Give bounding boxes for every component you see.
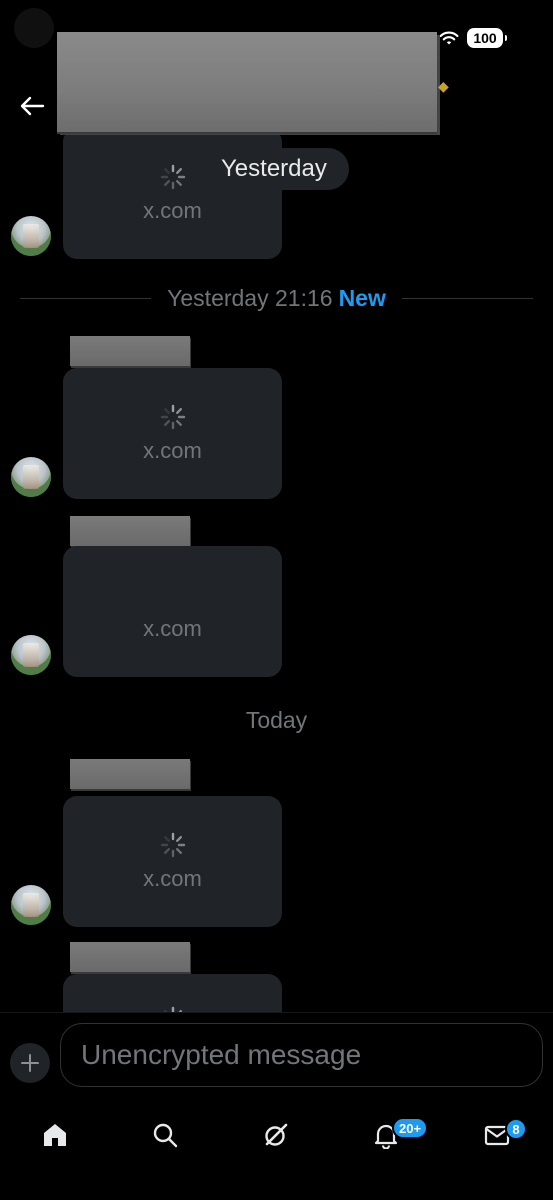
home-icon bbox=[44, 1124, 66, 1146]
divider-line bbox=[20, 297, 152, 299]
back-button[interactable] bbox=[14, 90, 50, 122]
avatar[interactable] bbox=[11, 457, 51, 497]
divider-line bbox=[401, 297, 534, 299]
nav-notifications[interactable]: 20+ bbox=[361, 1110, 429, 1160]
avatar[interactable] bbox=[11, 216, 51, 256]
back-arrow-icon bbox=[20, 96, 45, 116]
day-separator: Today bbox=[245, 707, 308, 733]
loading-spinner-icon bbox=[160, 164, 186, 190]
avatar[interactable] bbox=[11, 885, 51, 925]
status-bar-blur bbox=[14, 8, 54, 48]
wifi-icon bbox=[439, 30, 459, 46]
nav-grok[interactable] bbox=[251, 1110, 301, 1160]
nav-messages[interactable]: 8 bbox=[472, 1110, 527, 1160]
divider-label: Yesterday 21:16 New bbox=[167, 285, 386, 312]
redacted-sender-name bbox=[70, 336, 190, 366]
status-bar: 100 bbox=[439, 28, 507, 48]
loading-spinner-icon bbox=[160, 404, 186, 430]
bottom-navigation: 20+ 8 bbox=[0, 1100, 553, 1200]
link-domain: x.com bbox=[143, 865, 202, 891]
redacted-conversation-header bbox=[57, 32, 437, 132]
search-icon bbox=[153, 1123, 178, 1148]
message-composer: Unencrypted message bbox=[0, 1012, 553, 1101]
link-preview-card[interactable]: x.com bbox=[63, 546, 282, 677]
link-preview-card[interactable]: x.com bbox=[63, 796, 282, 927]
add-attachment-button[interactable] bbox=[10, 1043, 50, 1083]
message-input[interactable]: Unencrypted message bbox=[60, 1023, 543, 1087]
notifications-badge: 20+ bbox=[392, 1117, 429, 1139]
plus-icon bbox=[21, 1054, 39, 1072]
loading-spinner-icon bbox=[160, 832, 186, 858]
link-preview-card[interactable]: x.com bbox=[63, 368, 282, 499]
nav-search[interactable] bbox=[140, 1110, 190, 1160]
dm-conversation-screen: 100 ◆ Yesterday x.com Yesterday 21:16 Ne… bbox=[0, 0, 553, 1200]
link-domain: x.com bbox=[143, 197, 202, 223]
redacted-sender-name bbox=[70, 516, 190, 546]
grok-icon bbox=[265, 1123, 288, 1146]
battery-indicator: 100 bbox=[467, 28, 507, 48]
new-messages-divider: Yesterday 21:16 New bbox=[20, 282, 534, 314]
new-badge: New bbox=[338, 284, 386, 311]
redacted-sender-name bbox=[70, 942, 190, 972]
floating-date-chip: Yesterday bbox=[199, 148, 349, 190]
link-domain: x.com bbox=[143, 437, 202, 463]
messages-badge: 8 bbox=[505, 1118, 527, 1140]
redacted-sender-name bbox=[70, 759, 190, 789]
message-input-placeholder: Unencrypted message bbox=[81, 1039, 362, 1070]
nav-home[interactable] bbox=[30, 1110, 80, 1160]
avatar[interactable] bbox=[11, 635, 51, 675]
link-domain: x.com bbox=[143, 615, 202, 641]
header-badge-fragment: ◆ bbox=[438, 78, 449, 94]
divider-timestamp: Yesterday 21:16 bbox=[167, 284, 333, 311]
